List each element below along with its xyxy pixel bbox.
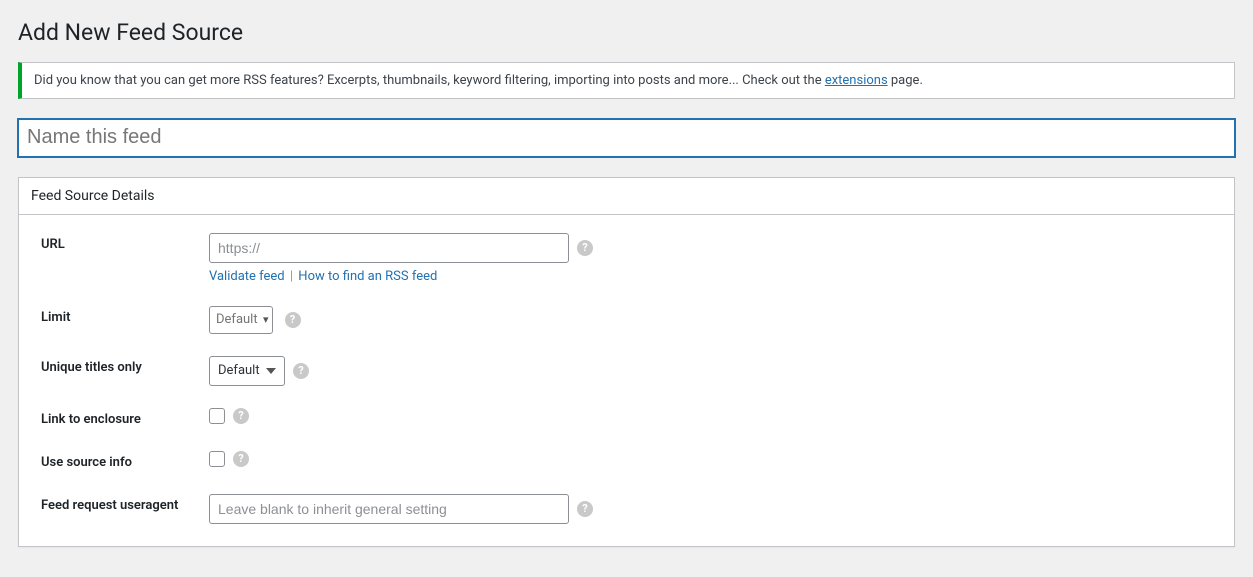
unique-titles-select[interactable]: Default — [209, 356, 285, 386]
url-input[interactable] — [209, 233, 569, 263]
howto-rss-link[interactable]: How to find an RSS feed — [298, 269, 437, 284]
link-enclosure-label: Link to enclosure — [41, 408, 209, 429]
useragent-input[interactable] — [209, 494, 569, 524]
help-icon[interactable]: ? — [233, 451, 249, 467]
url-label: URL — [41, 233, 209, 254]
limit-input[interactable] — [209, 306, 273, 334]
help-icon[interactable]: ? — [233, 408, 249, 424]
limit-label: Limit — [41, 306, 209, 327]
help-icon[interactable]: ? — [285, 312, 301, 328]
validate-feed-link[interactable]: Validate feed — [209, 269, 285, 284]
metabox-title: Feed Source Details — [31, 188, 155, 204]
unique-titles-label: Unique titles only — [41, 356, 209, 377]
notice-text-before: Did you know that you can get more RSS f… — [34, 73, 825, 88]
help-icon[interactable]: ? — [293, 363, 309, 379]
page-title: Add New Feed Source — [18, 18, 1235, 48]
use-source-info-checkbox[interactable] — [209, 451, 225, 467]
link-separator: | — [290, 269, 293, 284]
notice-extensions-link[interactable]: extensions — [825, 73, 888, 88]
help-icon[interactable]: ? — [577, 240, 593, 256]
help-icon[interactable]: ? — [577, 501, 593, 517]
link-enclosure-checkbox[interactable] — [209, 408, 225, 424]
notice-tip: Did you know that you can get more RSS f… — [18, 62, 1235, 99]
metabox-header: Feed Source Details — [19, 178, 1234, 215]
feed-source-details-box: Feed Source Details URL ? Validate feed … — [18, 177, 1235, 547]
use-source-info-label: Use source info — [41, 451, 209, 472]
notice-text-after: page. — [888, 73, 923, 88]
useragent-label: Feed request useragent — [41, 494, 209, 515]
feed-name-input[interactable] — [18, 119, 1235, 157]
